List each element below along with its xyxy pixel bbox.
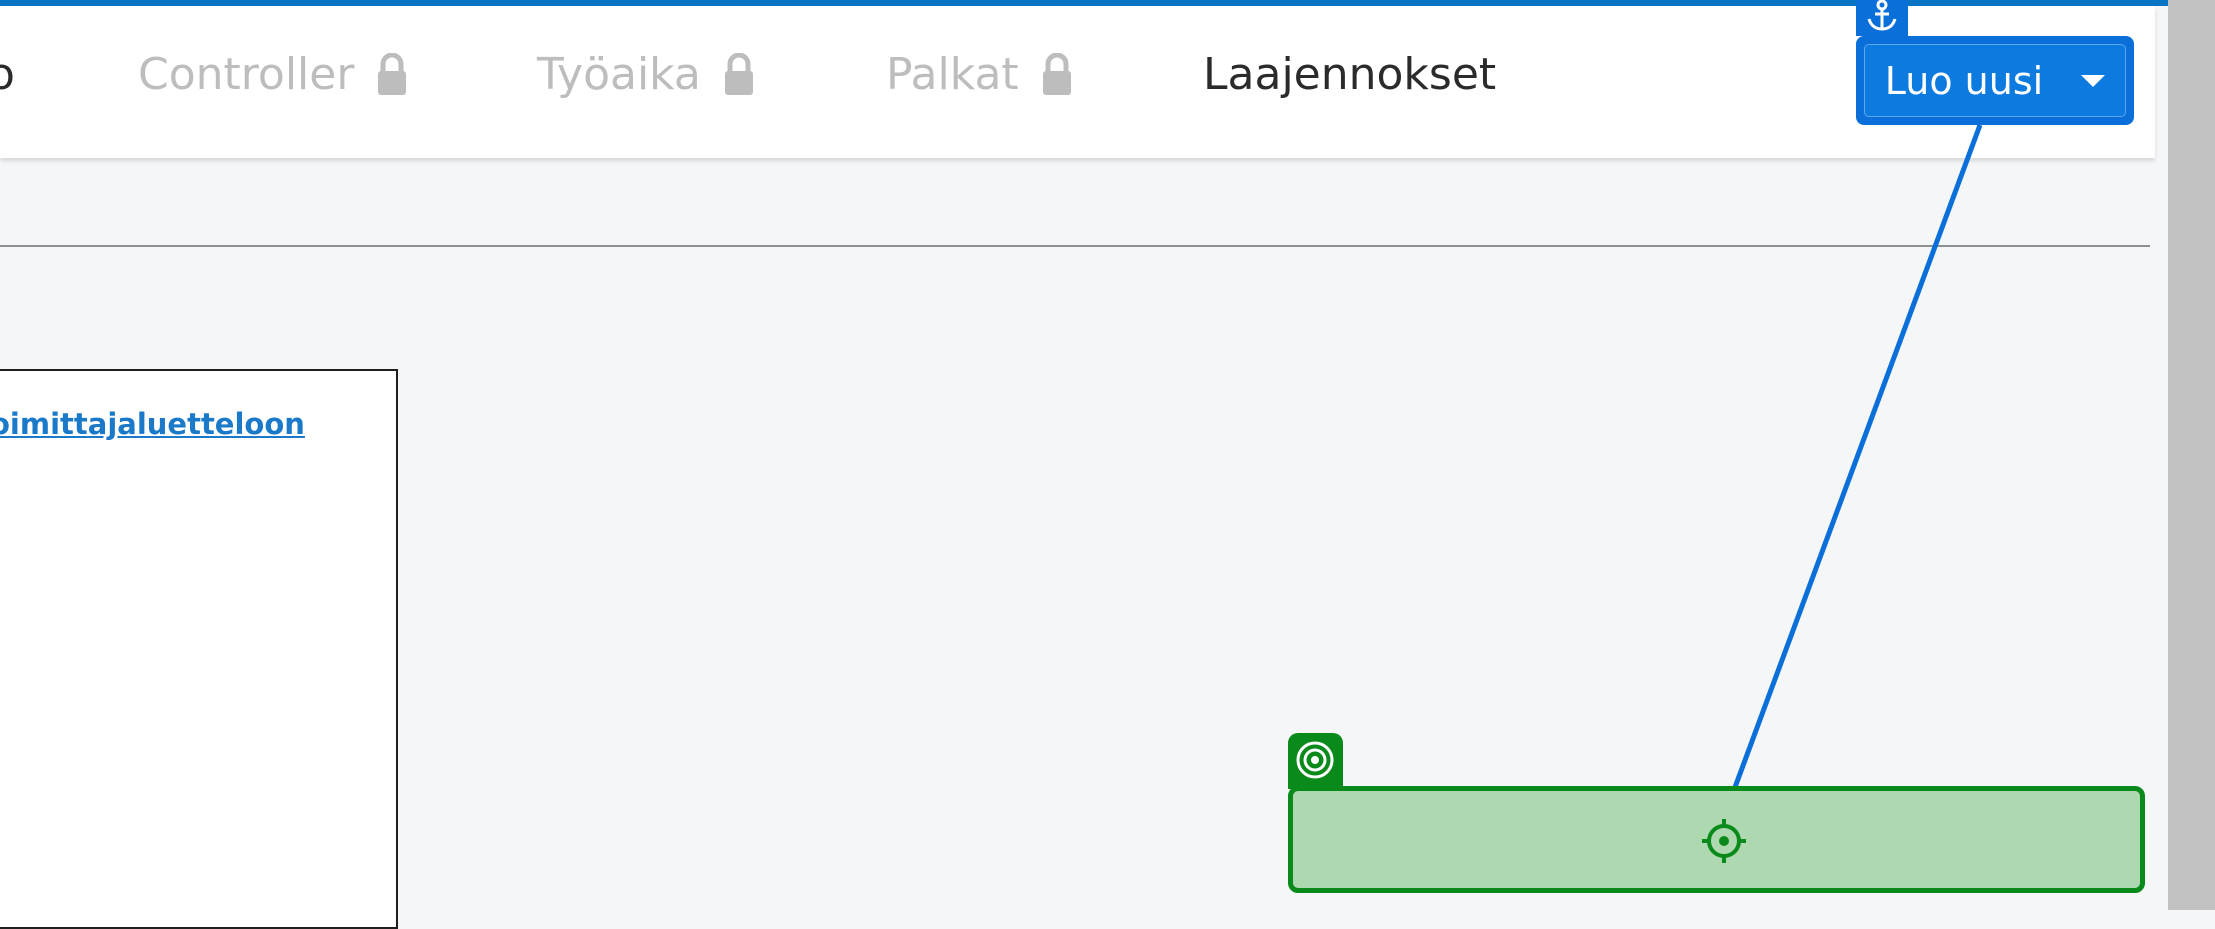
lock-icon — [376, 53, 408, 97]
create-new-button[interactable]: Luo uusi — [1864, 44, 2126, 117]
nav-item-tyoaika[interactable]: Työaika — [537, 50, 755, 100]
crosshair-icon — [1702, 819, 1746, 863]
section-divider — [0, 245, 2150, 247]
caret-down-icon[interactable] — [2081, 74, 2106, 87]
content-card: oimittajaluetteloon — [0, 369, 398, 929]
create-button-highlight: Luo uusi — [1856, 36, 2134, 125]
top-navbar: o Controller Työaika Palkat Laajennokset — [0, 6, 2155, 158]
vertical-scrollbar[interactable] — [2168, 0, 2215, 910]
nav-item-label: o — [0, 49, 15, 100]
nav-item-palkat[interactable]: Palkat — [886, 50, 1073, 100]
nav-item-label: Controller — [138, 49, 355, 100]
nav-item-label: Työaika — [537, 49, 701, 100]
lock-icon — [1041, 53, 1073, 97]
create-new-label: Luo uusi — [1884, 58, 2044, 103]
anchor-marker — [1856, 0, 1908, 36]
nav-item-label: Palkat — [886, 49, 1019, 100]
target-icon — [1296, 741, 1334, 779]
nav-item-controller[interactable]: Controller — [138, 50, 408, 100]
nav-item-laajennokset[interactable]: Laajennokset — [1203, 50, 1496, 100]
target-drop-zone[interactable] — [1288, 786, 2145, 893]
nav-item-partial[interactable]: o — [0, 50, 15, 100]
nav-item-label: Laajennokset — [1203, 49, 1497, 100]
anchor-icon — [1867, 0, 1897, 31]
supplier-list-link[interactable]: oimittajaluetteloon — [0, 407, 305, 441]
lock-icon — [723, 53, 755, 97]
target-tab — [1288, 733, 1343, 789]
